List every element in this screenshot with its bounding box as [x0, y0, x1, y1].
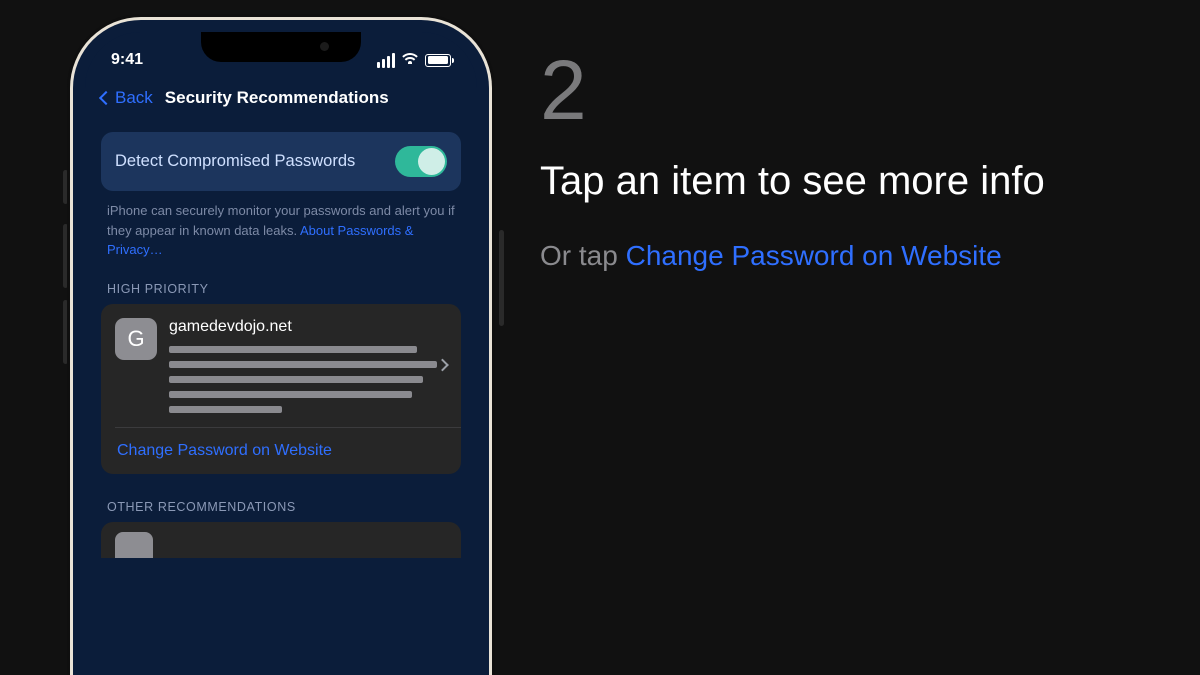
phone-side-button: [63, 170, 68, 204]
scroll-content[interactable]: Detect Compromised Passwords iPhone can …: [85, 124, 477, 558]
instruction-headline: Tap an item to see more info: [540, 156, 1140, 206]
page-title: Security Recommendations: [165, 88, 389, 108]
high-priority-card: G gamedevdojo.net Change Password on Web…: [101, 304, 461, 474]
status-time: 9:41: [111, 51, 143, 69]
phone-side-button: [63, 300, 68, 364]
section-high-priority-label: HIGH PRIORITY: [101, 274, 461, 304]
site-initial-icon: [115, 532, 153, 558]
detect-compromised-toggle-row[interactable]: Detect Compromised Passwords: [101, 132, 461, 191]
change-password-button[interactable]: Change Password on Website: [101, 428, 461, 474]
toggle-explanation: iPhone can securely monitor your passwor…: [101, 191, 461, 274]
instruction-sub-accent: Change Password on Website: [626, 240, 1002, 271]
section-other-label: OTHER RECOMMENDATIONS: [101, 492, 461, 522]
password-item-row[interactable]: G gamedevdojo.net: [101, 304, 461, 427]
status-icons: [377, 53, 451, 68]
instruction-panel: 2 Tap an item to see more info Or tap Ch…: [540, 48, 1140, 277]
wifi-icon: [401, 53, 419, 67]
phone-frame: 9:41 Back Security Recommendations Detec…: [85, 32, 477, 675]
redacted-description: [169, 346, 451, 413]
phone-side-button: [499, 230, 504, 326]
step-number: 2: [540, 48, 1140, 132]
nav-bar: Back Security Recommendations: [85, 78, 477, 124]
back-button[interactable]: Back: [101, 88, 153, 108]
toggle-label: Detect Compromised Passwords: [115, 152, 355, 171]
instruction-sub-prefix: Or tap: [540, 240, 626, 271]
instruction-subline: Or tap Change Password on Website: [540, 234, 1140, 277]
cellular-icon: [377, 53, 395, 68]
battery-icon: [425, 54, 451, 67]
toggle-switch[interactable]: [395, 146, 447, 177]
phone-notch: [201, 32, 361, 62]
site-initial-icon: G: [115, 318, 157, 360]
phone-side-button: [63, 224, 68, 288]
chevron-left-icon: [99, 91, 113, 105]
back-label: Back: [115, 88, 153, 108]
other-recommendations-card[interactable]: [101, 522, 461, 558]
site-name: gamedevdojo.net: [169, 318, 451, 336]
